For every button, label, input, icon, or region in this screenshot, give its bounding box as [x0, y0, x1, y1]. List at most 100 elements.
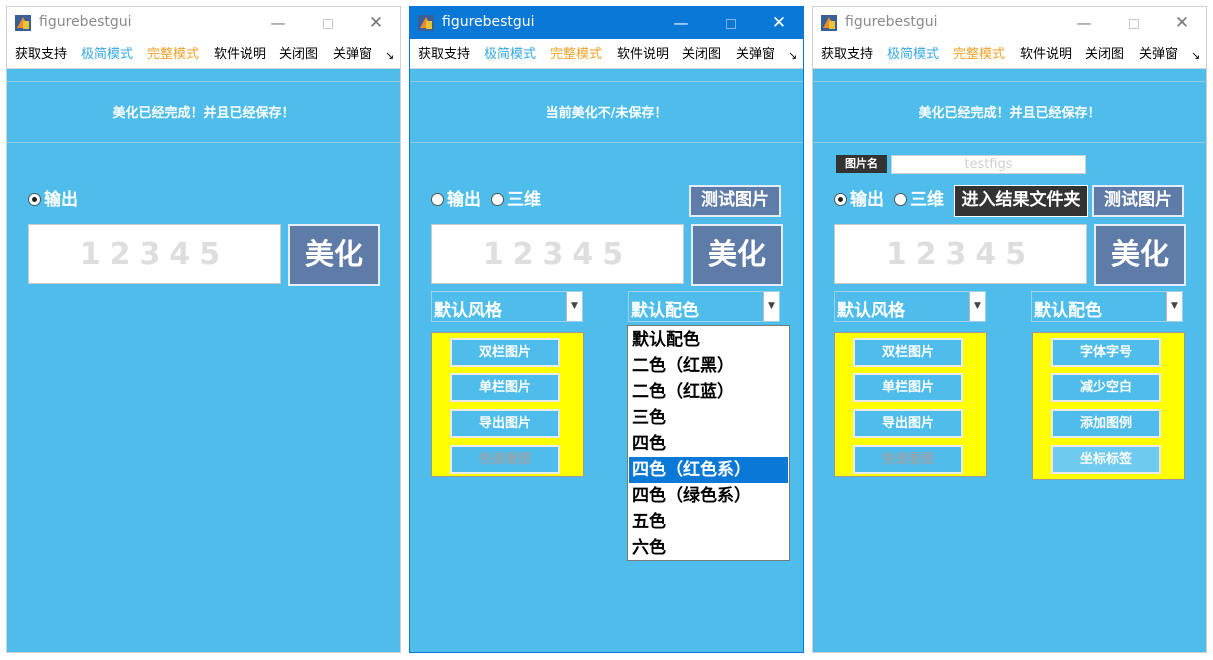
window-title: figurebestgui: [442, 14, 535, 30]
beautify-button[interactable]: 美化: [1094, 224, 1186, 286]
dropdown-option[interactable]: 二色（红黑）: [629, 353, 788, 379]
number-input[interactable]: 12345: [431, 224, 684, 284]
dropdown-option[interactable]: 五色: [629, 509, 788, 535]
window-title: figurebestgui: [39, 14, 132, 30]
dropdown-option[interactable]: 三色: [629, 405, 788, 431]
single-column-image-button[interactable]: 单栏图片: [450, 373, 560, 402]
export-image-button[interactable]: 导出图片: [853, 409, 963, 438]
maximize-button[interactable]: [317, 12, 339, 34]
number-input[interactable]: 12345: [834, 224, 1087, 284]
font-size-button[interactable]: 字体字号: [1051, 338, 1161, 367]
menu-minimal-mode[interactable]: 极简模式: [484, 47, 536, 62]
double-column-image-button[interactable]: 双栏图片: [450, 338, 560, 367]
double-column-image-button[interactable]: 双栏图片: [853, 338, 963, 367]
menu-close-popups[interactable]: 关弹窗: [333, 47, 372, 62]
3d-radio[interactable]: 三维: [491, 190, 541, 210]
menu-close-figure[interactable]: 关闭图: [682, 47, 721, 62]
open-results-folder-button[interactable]: 进入结果文件夹: [954, 185, 1088, 217]
3d-radio[interactable]: 三维: [894, 190, 944, 210]
close-button[interactable]: ✕: [365, 12, 387, 34]
chevron-down-icon: ▼: [566, 292, 582, 321]
3d-radio-label: 三维: [910, 190, 944, 210]
main-panel: 美化已经完成！并且已经保存！ 图片名 testfigs 输出 三维 进入结果文件…: [813, 69, 1206, 652]
maximize-icon: [1129, 18, 1139, 29]
radio-unchecked-icon: [491, 193, 504, 206]
title-bar[interactable]: figurebestgui — ✕: [7, 7, 400, 39]
maximize-icon: [323, 18, 333, 29]
close-button[interactable]: ✕: [1171, 12, 1193, 34]
menu-get-support[interactable]: 获取支持: [418, 47, 470, 62]
menu-minimal-mode[interactable]: 极简模式: [81, 47, 133, 62]
output-radio[interactable]: 输出: [834, 190, 884, 210]
maximize-icon: [726, 18, 736, 29]
minimize-button[interactable]: —: [670, 12, 692, 34]
menu-close-figure[interactable]: 关闭图: [279, 47, 318, 62]
dropdown-option[interactable]: 二色（红蓝）: [629, 379, 788, 405]
main-panel: 美化已经完成！并且已经保存！ 输出 12345 美化: [7, 69, 400, 652]
radio-checked-icon: [28, 193, 41, 206]
color-dropdown-list: 默认配色 二色（红黑） 二色（红蓝） 三色 四色 四色（红色系） 四色（绿色系）…: [627, 325, 790, 561]
chevron-down-icon: ▼: [1166, 292, 1182, 321]
title-bar[interactable]: figurebestgui — ✕: [813, 7, 1206, 39]
style-select[interactable]: 默认风格 ▼: [834, 291, 986, 322]
status-panel: 美化已经完成！并且已经保存！: [813, 81, 1206, 143]
color-select[interactable]: 默认配色 ▼: [1031, 291, 1183, 322]
output-radio[interactable]: 输出: [431, 190, 481, 210]
axis-labels-button[interactable]: 坐标标签: [1051, 445, 1161, 474]
menu-close-figure[interactable]: 关闭图: [1085, 47, 1124, 62]
dropdown-option[interactable]: 六色: [629, 535, 788, 561]
test-image-button[interactable]: 测试图片: [1092, 185, 1184, 217]
menu-full-mode[interactable]: 完整模式: [550, 47, 602, 62]
image-actions-panel: 双栏图片 单栏图片 导出图片 快速看图: [431, 332, 584, 477]
color-select-value: 默认配色: [1034, 301, 1102, 321]
style-select-value: 默认风格: [837, 301, 905, 321]
menu-get-support[interactable]: 获取支持: [15, 47, 67, 62]
close-button[interactable]: ✕: [768, 12, 790, 34]
title-bar[interactable]: figurebestgui — ✕: [410, 7, 803, 39]
status-message: 美化已经完成！并且已经保存！: [112, 106, 295, 121]
dropdown-option[interactable]: 默认配色: [629, 327, 788, 353]
menu-minimal-mode[interactable]: 极简模式: [887, 47, 939, 62]
dropdown-option[interactable]: 四色: [629, 431, 788, 457]
reduce-whitespace-button[interactable]: 减少空白: [1051, 373, 1161, 402]
color-select[interactable]: 默认配色 ▼: [628, 291, 780, 322]
single-column-image-button[interactable]: 单栏图片: [853, 373, 963, 402]
menu-get-support[interactable]: 获取支持: [821, 47, 873, 62]
image-name-label: 图片名: [836, 155, 887, 173]
menu-software-help[interactable]: 软件说明: [214, 47, 266, 62]
menu-close-popups[interactable]: 关弹窗: [1139, 47, 1178, 62]
image-actions-panel: 双栏图片 单栏图片 导出图片 快速看图: [834, 332, 987, 477]
menu-full-mode[interactable]: 完整模式: [953, 47, 1005, 62]
dropdown-option-selected[interactable]: 四色（红色系）: [629, 457, 788, 483]
test-image-button[interactable]: 测试图片: [689, 185, 781, 217]
menu-close-popups[interactable]: 关弹窗: [736, 47, 775, 62]
minimize-button[interactable]: —: [267, 12, 289, 34]
minimize-button[interactable]: —: [1073, 12, 1095, 34]
menu-overflow-icon[interactable]: ↘: [385, 48, 394, 63]
style-select[interactable]: 默认风格 ▼: [431, 291, 583, 322]
matlab-logo-icon: [821, 15, 837, 31]
window-full-mode: figurebestgui — ✕ 获取支持 极简模式 完整模式 软件说明 关闭…: [812, 6, 1207, 653]
output-radio-label: 输出: [447, 190, 481, 210]
quick-view-button[interactable]: 快速看图: [853, 445, 963, 474]
radio-checked-icon: [834, 193, 847, 206]
image-name-input[interactable]: testfigs: [891, 155, 1086, 174]
output-radio[interactable]: 输出: [28, 190, 78, 210]
beautify-button[interactable]: 美化: [691, 224, 783, 286]
menu-overflow-icon[interactable]: ↘: [1191, 48, 1200, 63]
menu-overflow-icon[interactable]: ↘: [788, 48, 797, 63]
maximize-button[interactable]: [720, 12, 742, 34]
menu-full-mode[interactable]: 完整模式: [147, 47, 199, 62]
beautify-button[interactable]: 美化: [288, 224, 380, 286]
dropdown-option[interactable]: 四色（绿色系）: [629, 483, 788, 509]
status-message: 美化已经完成！并且已经保存！: [918, 106, 1101, 121]
menu-software-help[interactable]: 软件说明: [1020, 47, 1072, 62]
maximize-button[interactable]: [1123, 12, 1145, 34]
export-image-button[interactable]: 导出图片: [450, 409, 560, 438]
output-radio-label: 输出: [44, 190, 78, 210]
add-legend-button[interactable]: 添加图例: [1051, 409, 1161, 438]
number-input[interactable]: 12345: [28, 224, 281, 284]
quick-view-button[interactable]: 快速看图: [450, 445, 560, 474]
window-dropdown-open: figurebestgui — ✕ 获取支持 极简模式 完整模式 软件说明 关闭…: [409, 6, 804, 653]
menu-software-help[interactable]: 软件说明: [617, 47, 669, 62]
